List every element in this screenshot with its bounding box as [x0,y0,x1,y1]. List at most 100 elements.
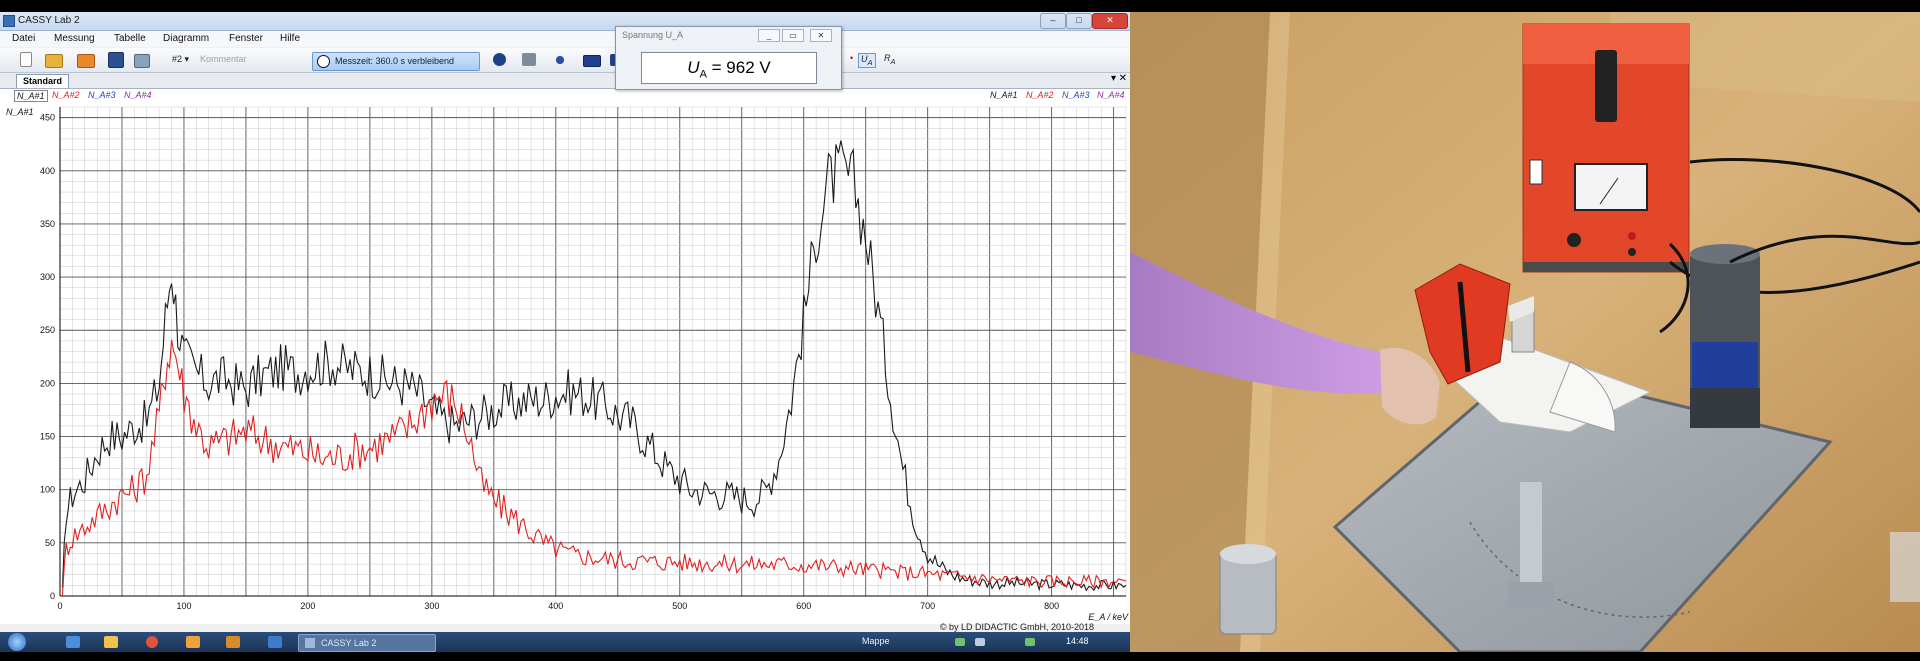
voltage-knob [1567,233,1581,247]
popup-minimize-button[interactable]: _ [758,29,780,42]
voltage-readout: UA = 962 V [641,52,817,84]
legend-right-na3[interactable]: N_A#3 [1062,90,1090,100]
copyright-notice: © by LD DIDACTIC GmbH, 2010-2018 [939,622,1094,632]
readout-value: = 962 V [711,58,771,77]
settings-gear-icon[interactable] [553,53,567,67]
save-icon[interactable] [108,52,124,68]
x-tick-label: 300 [424,601,439,611]
popup-title: Spannung U_A [622,30,684,40]
tray-device-icon[interactable] [1025,638,1035,646]
calculator-icon[interactable] [522,53,536,66]
support-rod [1520,482,1542,592]
info-icon[interactable] [493,53,506,66]
x-tick-label: 400 [548,601,563,611]
menu-diagramm[interactable]: Diagramm [163,33,209,44]
taskbar-cassy-label: CASSY Lab 2 [321,638,377,648]
ie-icon[interactable] [66,636,80,648]
x-tick-label: 800 [1044,601,1059,611]
taskbar-cassy-lab[interactable]: CASSY Lab 2 [298,634,436,652]
open-example-icon[interactable] [77,54,95,68]
minimize-button[interactable]: – [1040,13,1066,29]
y-tick-label: 150 [40,432,55,442]
x-tick-label: 0 [57,601,62,611]
new-file-icon[interactable] [20,52,32,67]
output-socket-black [1628,248,1636,256]
tray-network-icon[interactable] [955,638,965,646]
comment-field[interactable]: Kommentar [200,54,247,64]
sample-lid [1220,544,1276,564]
x-axis-label: E_A / keV [1088,612,1129,622]
power-switch [1529,159,1543,185]
y-tick-label: 50 [45,538,55,548]
chart-svg[interactable]: 0 100 200 300 400 500 600 700 800 0 50 100 150 200 250… [0,103,1130,624]
close-button[interactable]: ✕ [1092,13,1128,29]
folder-icon[interactable] [226,636,240,648]
pin-icon[interactable]: ▾ [1111,73,1116,84]
lab-apparatus-video [1130,12,1920,652]
open-folder-icon[interactable] [45,54,63,68]
detector-base [1690,388,1760,428]
y-tick-label: 250 [40,325,55,335]
tray-volume-icon[interactable] [975,638,985,646]
menu-hilfe[interactable]: Hilfe [280,33,300,44]
y-tick-label: 400 [40,166,55,176]
explorer-icon[interactable] [104,636,118,648]
print-icon[interactable] [134,54,150,68]
legend-left-na3[interactable]: N_A#3 [88,90,116,100]
ra-display-icon[interactable]: RA [884,53,896,66]
media-icon[interactable] [186,636,200,648]
x-tick-label: 200 [300,601,315,611]
y-tick-label: 350 [40,219,55,229]
readout-symbol: U [687,58,700,77]
popup-close-button[interactable]: ✕ [810,29,832,42]
legend-left-na1[interactable]: N_A#1 [14,90,48,102]
x-tick-label: 100 [176,601,191,611]
y-tick-label: 300 [40,272,55,282]
series-line-n_a1[interactable] [61,140,1127,592]
table-item-right [1890,532,1920,602]
red-marker-icon: • [850,53,854,63]
menu-tabelle[interactable]: Tabelle [114,33,146,44]
app-icon-2[interactable] [268,636,282,648]
ua-display-icon[interactable]: UA [858,53,876,68]
x-tick-label: 500 [672,601,687,611]
legend-right-na2[interactable]: N_A#2 [1026,90,1054,100]
maximize-button[interactable]: □ [1066,13,1092,29]
spectrum-plot[interactable]: 0 100 200 300 400 500 600 700 800 0 50 100 150 200 250… [0,103,1130,624]
taskbar-clock: 14:48 [1066,636,1089,646]
x-tick-label: 700 [920,601,935,611]
y-tick-label: 100 [40,485,55,495]
menu-fenster[interactable]: Fenster [229,33,263,44]
legend-left-na4[interactable]: N_A#4 [124,90,152,100]
legend-right-na1[interactable]: N_A#1 [990,90,1018,100]
experiment-selector[interactable]: #2 ▾ [172,54,189,65]
popup-restore-button[interactable]: ▭ [782,29,804,42]
measure-time-label: Messzeit: 360.0 s verbleibend [335,56,455,66]
start-button[interactable] [8,633,26,651]
legend-left-na2[interactable]: N_A#2 [52,90,80,100]
tray-mappe-label[interactable]: Mappe [862,636,890,646]
toolbar: #2 ▾ Kommentar Messzeit: 360.0 s verblei… [0,48,1130,73]
tab-row: Standard ▾ ✕ [0,73,1130,89]
app-icon [3,15,15,27]
supply-base [1523,262,1689,272]
legend-right-na4[interactable]: N_A#4 [1097,90,1125,100]
output-socket-red [1628,232,1636,240]
y-tick-label: 450 [40,113,55,123]
chrome-icon[interactable] [146,636,158,648]
cassy-lab-window: CASSY Lab 2 – □ ✕ Datei Messung Tabelle … [0,12,1130,652]
menu-datei[interactable]: Datei [12,33,35,44]
sample-container [1219,551,1277,635]
x-tick-label: 600 [796,601,811,611]
close-tab-icon[interactable]: ✕ [1119,73,1127,84]
apparatus-scene [1130,12,1920,652]
series-line-n_a2[interactable] [61,339,1127,596]
voltage-display-window[interactable]: Spannung U_A _ ▭ ✕ UA = 962 V [615,26,842,90]
readout-subscript: A [699,68,707,81]
menu-messung[interactable]: Messung [54,33,95,44]
measure-time-button[interactable]: Messzeit: 360.0 s verbleibend [312,52,480,71]
window-title: CASSY Lab 2 [18,15,80,26]
voltmeter-dial [1574,163,1648,211]
display-icon[interactable] [583,55,601,67]
tab-standard[interactable]: Standard [16,74,70,88]
